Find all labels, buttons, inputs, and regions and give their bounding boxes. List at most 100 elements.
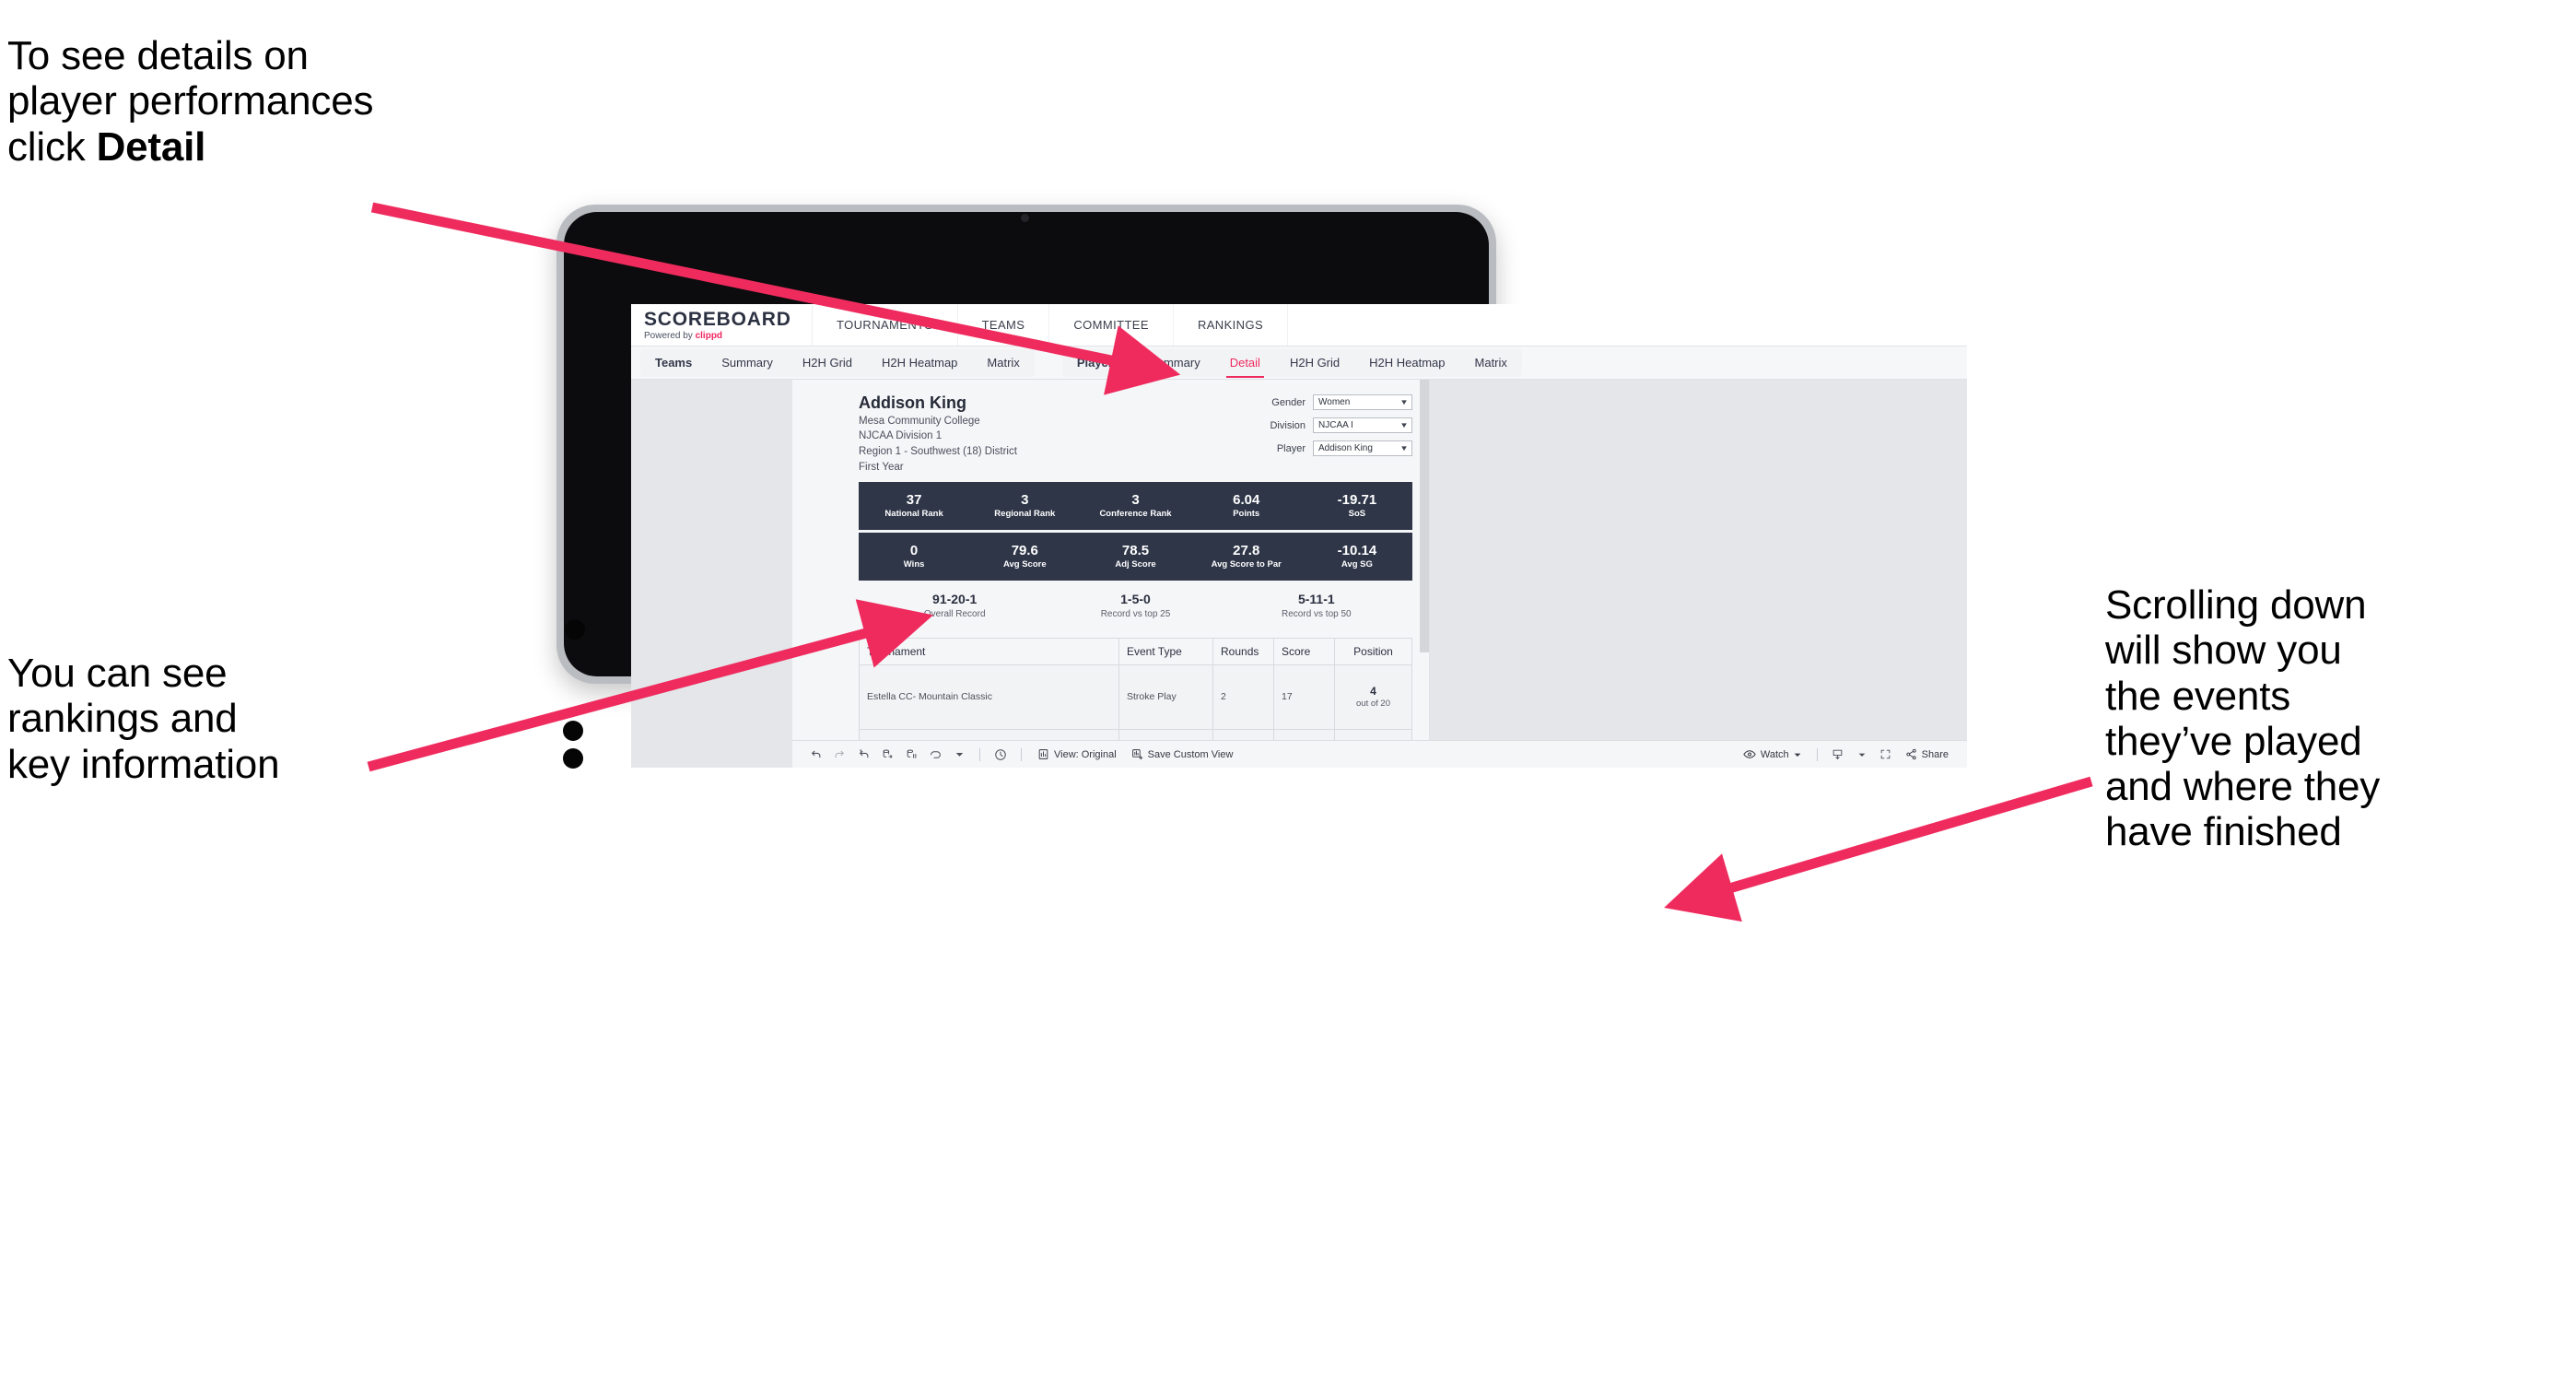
callout-line: rankings and: [7, 696, 238, 742]
tab-teams[interactable]: Teams: [640, 349, 707, 377]
tab-player-detail[interactable]: Detail: [1215, 349, 1275, 378]
col-rounds[interactable]: Rounds: [1212, 637, 1274, 665]
stat-value: 27.8: [1233, 542, 1260, 558]
stat-label: Points: [1233, 509, 1260, 520]
callout-line: To see details on: [7, 33, 309, 78]
filter-division-select[interactable]: NJCAA I ▼: [1313, 417, 1412, 433]
nav-item-tournaments[interactable]: TOURNAMENTS: [813, 304, 958, 346]
stat-value: 37: [906, 491, 922, 508]
chevron-down-icon: ▼: [1399, 421, 1409, 429]
record-label: Overall Record: [923, 608, 986, 619]
col-tournament[interactable]: Tournament: [859, 637, 1119, 665]
save-custom-view-button[interactable]: Save Custom View: [1124, 743, 1241, 767]
filter-player-value: Addison King: [1318, 443, 1373, 453]
stat-value: -19.71: [1337, 491, 1377, 508]
filter-player-label: Player: [1276, 442, 1306, 454]
secondary-nav: Teams Summary H2H Grid H2H Heatmap Matri…: [631, 346, 1967, 380]
stat-label: Regional Rank: [994, 509, 1056, 520]
watch-button[interactable]: Watch: [1736, 743, 1809, 767]
stat-label: SoS: [1348, 509, 1366, 520]
scoreboard-app: SCOREBOARD Powered by clippd TOURNAMENTS…: [631, 304, 1967, 768]
col-event-type[interactable]: Event Type: [1118, 637, 1213, 665]
stat-national-rank: 37 National Rank: [859, 492, 969, 521]
download-icon[interactable]: [1826, 743, 1850, 767]
record-value: 5-11-1: [1297, 592, 1335, 607]
fullscreen-icon[interactable]: [1874, 743, 1898, 767]
undo-icon[interactable]: [803, 743, 827, 767]
revert-icon[interactable]: [851, 743, 875, 767]
brand-title: SCOREBOARD: [644, 308, 791, 330]
callout-rankings-info: You can see rankings and key information: [7, 651, 486, 787]
stat-wins: 0 Wins: [859, 543, 969, 571]
stat-label: Avg Score: [1002, 559, 1047, 570]
filter-player: Player Addison King ▼: [1270, 440, 1412, 456]
filter-player-select[interactable]: Addison King ▼: [1313, 440, 1412, 456]
table-row[interactable]: Estella CC- Mountain Classic Stroke Play…: [859, 664, 1412, 730]
chevron-down-icon[interactable]: [947, 743, 971, 767]
tab-player-h2h-heatmap[interactable]: H2H Heatmap: [1354, 349, 1459, 377]
report-content: Addison King Mesa Community College NJCA…: [859, 393, 1412, 768]
stat-value: 3: [1131, 491, 1140, 508]
viz-toolbar: View: Original Save Custom View Watch Sh…: [792, 740, 1967, 768]
record-value: 91-20-1: [932, 592, 978, 607]
view-original-button[interactable]: View: Original: [1030, 743, 1124, 767]
stat-avg-sg: -10.14 Avg SG: [1302, 543, 1412, 571]
chevron-down-icon: ▼: [1399, 398, 1409, 406]
callout-click-detail: To see details on player performances cl…: [7, 33, 597, 170]
save-custom-view-icon: [1131, 748, 1143, 760]
record-row: 91-20-1 Overall Record 1-5-0 Record vs t…: [859, 592, 1412, 621]
tab-players[interactable]: Players: [1062, 349, 1134, 377]
stat-label: Avg SG: [1341, 559, 1373, 570]
stat-adj-score: 78.5 Adj Score: [1080, 543, 1190, 571]
watch-label: Watch: [1760, 748, 1789, 760]
view-original-icon: [1037, 748, 1049, 760]
screenshot-root: To see details on player performances cl…: [0, 0, 2576, 1386]
view-original-label: View: Original: [1054, 748, 1117, 760]
stat-value: 0: [909, 542, 919, 558]
col-score[interactable]: Score: [1273, 637, 1335, 665]
filter-gender-label: Gender: [1271, 396, 1306, 408]
share-label: Share: [1921, 748, 1949, 760]
powered-by-text: Powered by: [644, 330, 696, 341]
vertical-scrollbar[interactable]: [1420, 380, 1429, 652]
callout-line: click Detail: [7, 124, 597, 170]
refresh-data-icon[interactable]: [875, 743, 899, 767]
filter-division-value: NJCAA I: [1318, 420, 1353, 430]
callout-line: the events: [2105, 673, 2291, 719]
tab-team-h2h-heatmap[interactable]: H2H Heatmap: [867, 349, 972, 377]
player-division: NJCAA Division 1: [859, 430, 943, 442]
share-button[interactable]: Share: [1898, 743, 1956, 767]
pill-icon[interactable]: [923, 743, 947, 767]
filter-gender-select[interactable]: Women ▼: [1313, 394, 1412, 410]
stat-value: 6.04: [1233, 491, 1260, 508]
front-camera-icon: [1021, 214, 1029, 222]
chevron-down-icon: ▼: [1399, 444, 1409, 452]
chevron-down-icon[interactable]: [1850, 743, 1874, 767]
col-position[interactable]: Position: [1334, 637, 1412, 665]
player-tab-group: Players Summary Detail H2H Grid H2H Heat…: [1061, 348, 1522, 378]
record-label: Record vs top 25: [1100, 608, 1171, 619]
callout-line: Scrolling down: [2105, 582, 2367, 628]
callout-line: will show you: [2105, 628, 2342, 674]
tab-player-h2h-grid[interactable]: H2H Grid: [1275, 349, 1354, 377]
tab-team-h2h-grid[interactable]: H2H Grid: [788, 349, 867, 377]
tab-team-matrix[interactable]: Matrix: [972, 349, 1034, 377]
nav-item-committee[interactable]: COMMITTEE: [1049, 304, 1174, 346]
team-tab-group: Teams Summary H2H Grid H2H Heatmap Matri…: [640, 348, 1035, 377]
cell-tournament: Estella CC- Mountain Classic: [859, 664, 1119, 730]
callout-line: they’ve played: [2105, 718, 2362, 764]
nav-item-rankings[interactable]: RANKINGS: [1174, 304, 1289, 346]
toolbar-divider: [1816, 747, 1818, 761]
stat-regional-rank: 3 Regional Rank: [969, 492, 1080, 521]
tab-player-matrix[interactable]: Matrix: [1460, 349, 1522, 377]
tab-team-summary[interactable]: Summary: [707, 349, 788, 377]
pause-auto-update-icon[interactable]: [899, 743, 923, 767]
stat-label: National Rank: [884, 509, 943, 520]
redo-icon[interactable]: [827, 743, 851, 767]
tab-player-summary[interactable]: Summary: [1134, 349, 1215, 377]
nav-item-teams[interactable]: TEAMS: [958, 304, 1050, 346]
record-label: Record vs top 50: [1282, 608, 1352, 619]
slow-connection-icon[interactable]: [989, 743, 1013, 767]
brand-logo[interactable]: SCOREBOARD Powered by clippd: [631, 304, 813, 346]
filter-panel: Gender Women ▼ Division NJCAA I ▼ Player…: [1270, 393, 1412, 456]
